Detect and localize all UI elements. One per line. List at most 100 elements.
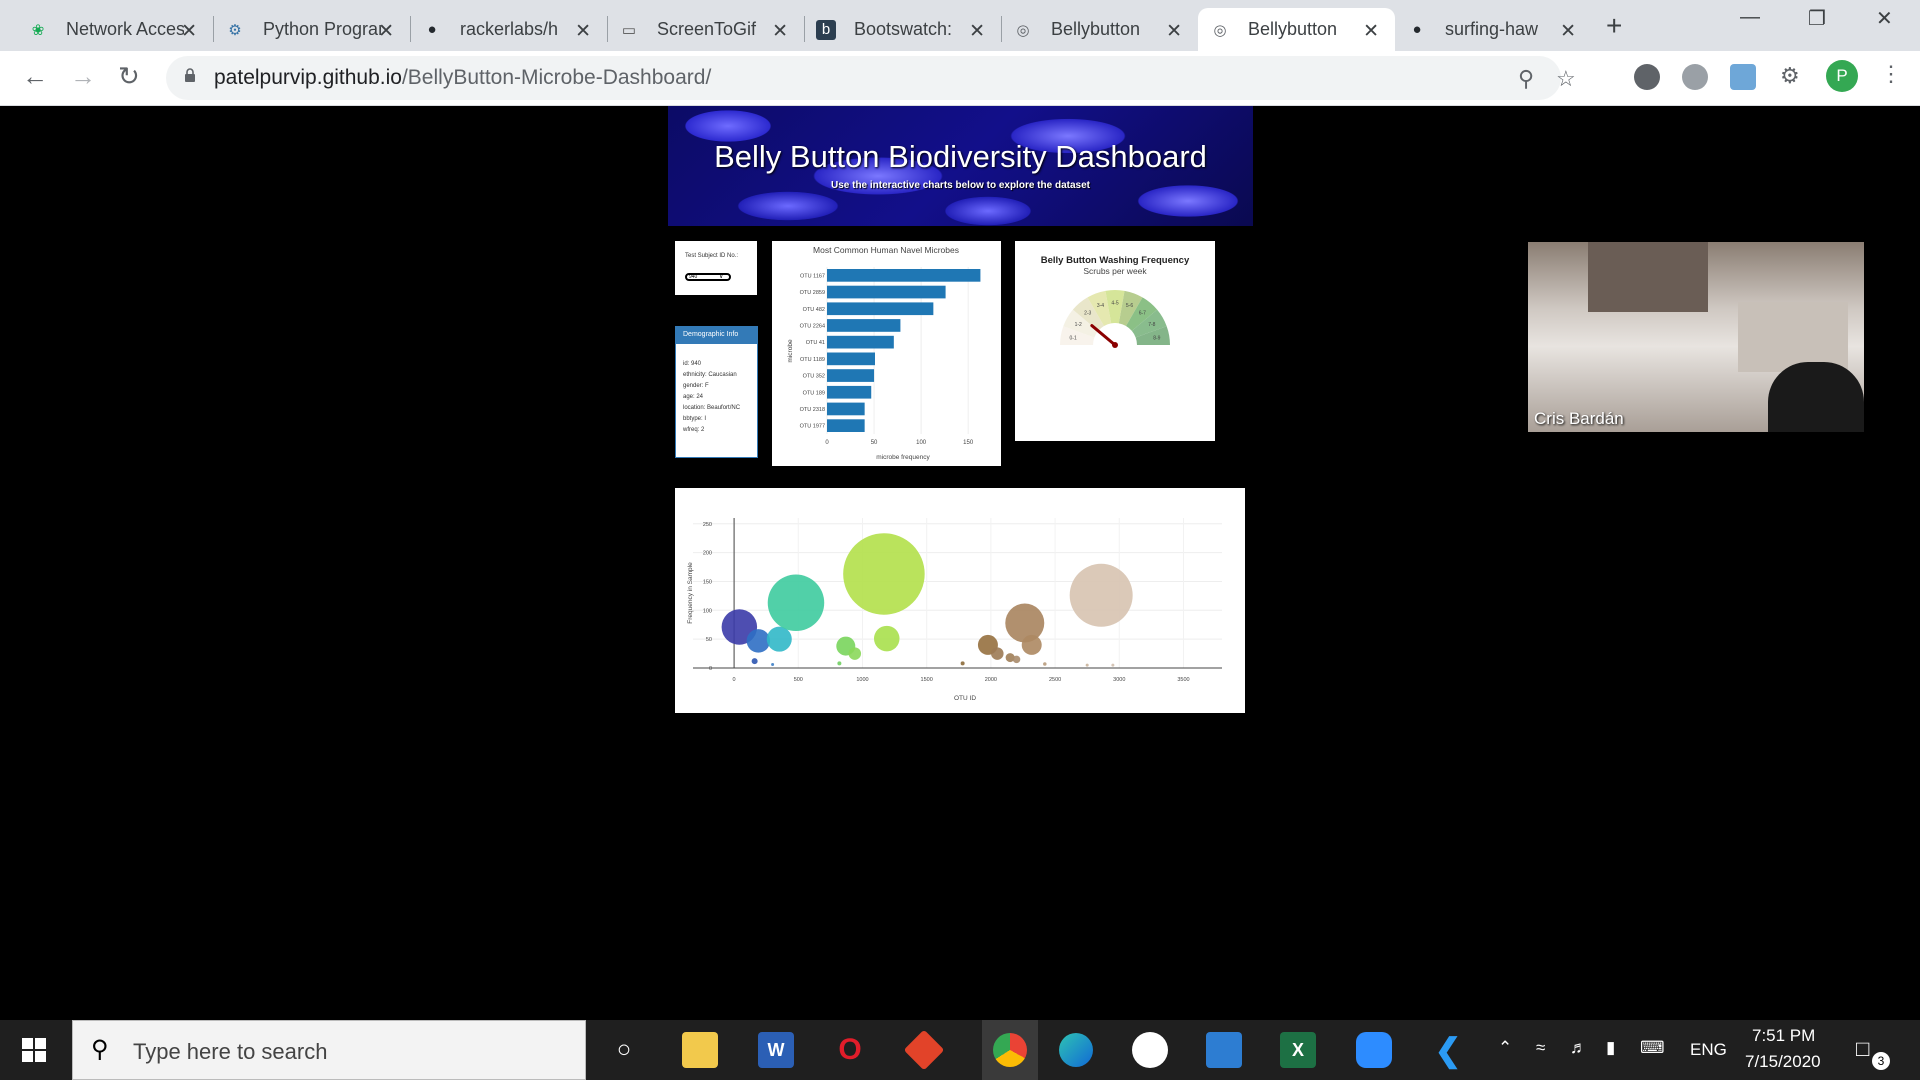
tab-title: Network Access: [66, 19, 184, 39]
chrome-active-tab[interactable]: [982, 1020, 1038, 1080]
bubble-y-tick: 150: [703, 579, 712, 585]
word-icon[interactable]: W: [758, 1032, 794, 1068]
tab-close-icon[interactable]: ✕: [181, 20, 197, 43]
windows-start-icon[interactable]: [22, 1038, 46, 1062]
gauge-sector-label: 3-4: [1097, 303, 1104, 309]
zoom-icon[interactable]: ⚲: [1518, 66, 1534, 92]
tray-chevron-up-icon[interactable]: ⌃: [1498, 1038, 1512, 1058]
bar-x-tick: 100: [916, 440, 927, 446]
browser-tab[interactable]: b Bootswatch: ✕: [804, 8, 1001, 51]
bookmark-star-icon[interactable]: ☆: [1556, 66, 1576, 92]
subject-selector-card: Test Subject ID No.: 940 ∨: [675, 241, 757, 295]
bubble-x-tick: 500: [794, 677, 803, 683]
taskbar-search-box[interactable]: ⚲ Type here to search: [72, 1020, 586, 1080]
edge-icon[interactable]: [1058, 1032, 1094, 1068]
bar-x-tick: 150: [963, 440, 974, 446]
gauge-sector-label: 2-3: [1084, 310, 1091, 316]
menu-dots-icon[interactable]: ⋮: [1880, 61, 1902, 87]
video-bed: [1738, 302, 1848, 372]
page-title: Belly Button Biodiversity Dashboard: [714, 139, 1207, 174]
battery-icon[interactable]: ▮: [1606, 1038, 1615, 1058]
tab-close-icon[interactable]: ✕: [969, 20, 985, 43]
bar-y-tick: OTU 1977: [800, 424, 825, 430]
tab-separator: [410, 16, 411, 42]
restore-icon[interactable]: ❐: [1808, 6, 1826, 31]
extension-globe-icon[interactable]: [1682, 64, 1708, 90]
demographic-item: location: Beaufort/NC: [683, 405, 741, 411]
search-placeholder: Type here to search: [133, 1039, 328, 1064]
browser-tab[interactable]: ◎ Bellybutton ✕: [1198, 8, 1395, 51]
selector-label: Test Subject ID No.:: [685, 253, 739, 259]
browser-tab[interactable]: ● rackerlabs/h ✕: [410, 8, 607, 51]
notification-count: 3: [1872, 1052, 1890, 1070]
page-content: Belly Button Biodiversity Dashboard Use …: [0, 106, 1920, 1020]
forward-icon[interactable]: →: [70, 61, 96, 92]
slack-icon[interactable]: [1132, 1032, 1168, 1068]
tab-close-icon[interactable]: ✕: [1560, 20, 1576, 43]
new-tab-button[interactable]: +: [1606, 10, 1622, 42]
bar-y-tick: OTU 2318: [800, 407, 825, 413]
bubble-mark: [848, 647, 862, 660]
tab-close-icon[interactable]: ✕: [1166, 20, 1182, 43]
bubble-mark: [874, 625, 900, 652]
close-window-icon[interactable]: ✕: [1876, 6, 1893, 31]
zoom-icon[interactable]: [1356, 1032, 1392, 1068]
extension-mail-icon[interactable]: [1634, 64, 1660, 90]
bubble-x-tick: 1500: [921, 677, 933, 683]
jumbotron-banner: Belly Button Biodiversity Dashboard Use …: [668, 106, 1253, 226]
tab-close-icon[interactable]: ✕: [378, 20, 394, 43]
bubble-mark: [1012, 655, 1021, 664]
tab-close-icon[interactable]: ✕: [1363, 20, 1379, 43]
language-indicator[interactable]: ENG: [1690, 1040, 1727, 1060]
windows-taskbar: ⚲ Type here to search ○ W O X ❮ ⌃ ≈ ♬ ▮ …: [0, 1020, 1920, 1080]
tab-close-icon[interactable]: ✕: [575, 20, 591, 43]
chrome-icon: [993, 1033, 1027, 1067]
globe-icon: ◎: [1016, 21, 1030, 39]
file-explorer-icon[interactable]: [682, 1032, 718, 1068]
clock-time[interactable]: 7:51 PM: [1752, 1026, 1815, 1046]
network-icon[interactable]: ≈: [1536, 1038, 1545, 1058]
cortana-icon[interactable]: ○: [606, 1032, 642, 1068]
notifications-icon[interactable]: □: [1856, 1036, 1869, 1062]
bubble-y-tick: 250: [703, 522, 712, 528]
gauge-subtitle: Scrubs per week: [1083, 266, 1147, 276]
git-icon[interactable]: [903, 1029, 945, 1071]
bubble-y-tick: 100: [703, 608, 712, 614]
back-icon[interactable]: ←: [22, 61, 48, 92]
subject-id-select[interactable]: 940 ∨: [685, 273, 731, 281]
vscode-icon[interactable]: ❮: [1430, 1032, 1466, 1068]
search-icon: ⚲: [91, 1036, 109, 1063]
bar-mark: [827, 302, 934, 316]
browser-tab[interactable]: ⚙ Python Programming✕: [213, 8, 410, 51]
excel-icon[interactable]: X: [1280, 1032, 1316, 1068]
tab-separator: [607, 16, 608, 42]
bubble-mark: [991, 647, 1004, 660]
browser-tab[interactable]: ● surfing-haw ✕: [1395, 8, 1592, 51]
opera-icon[interactable]: O: [832, 1032, 868, 1068]
browser-tab[interactable]: ▭ ScreenToGif ✕: [607, 8, 804, 51]
gauge-chart-card: Belly Button Washing Frequency Scrubs per…: [1015, 241, 1215, 441]
browser-tab[interactable]: ❀ Network Access ✕: [16, 8, 213, 51]
zoom-video-tile: Cris Bardán: [1528, 242, 1864, 432]
extension-grid-icon[interactable]: [1730, 64, 1756, 90]
clock-date[interactable]: 7/15/2020: [1745, 1052, 1821, 1072]
bubble-x-tick: 1000: [856, 677, 868, 683]
profile-avatar[interactable]: P: [1826, 60, 1858, 92]
bar-y-tick: OTU 2859: [800, 290, 825, 296]
photos-icon[interactable]: [1206, 1032, 1242, 1068]
browser-tab[interactable]: ◎ Bellybutton ✕: [1001, 8, 1198, 51]
tab-close-icon[interactable]: ✕: [772, 20, 788, 43]
address-bar[interactable]: patelpurvip.github.io/BellyButton-Microb…: [166, 56, 1576, 100]
gauge-needle: [1090, 324, 1117, 347]
bar-mark: [827, 402, 865, 416]
bubble-mark: [766, 626, 792, 652]
gauge-sector-label: 6-7: [1139, 310, 1146, 316]
extensions-puzzle-icon[interactable]: ⚙: [1780, 63, 1800, 89]
minimize-icon[interactable]: —: [1740, 6, 1760, 29]
gauge-sector-label: 5-6: [1126, 303, 1133, 309]
github-icon: ●: [427, 21, 437, 38]
url-text: patelpurvip.github.io/BellyButton-Microb…: [214, 66, 712, 89]
reload-icon[interactable]: ↻: [118, 61, 140, 92]
volume-icon[interactable]: ♬: [1570, 1038, 1587, 1058]
keyboard-icon[interactable]: ⌨: [1640, 1038, 1665, 1058]
